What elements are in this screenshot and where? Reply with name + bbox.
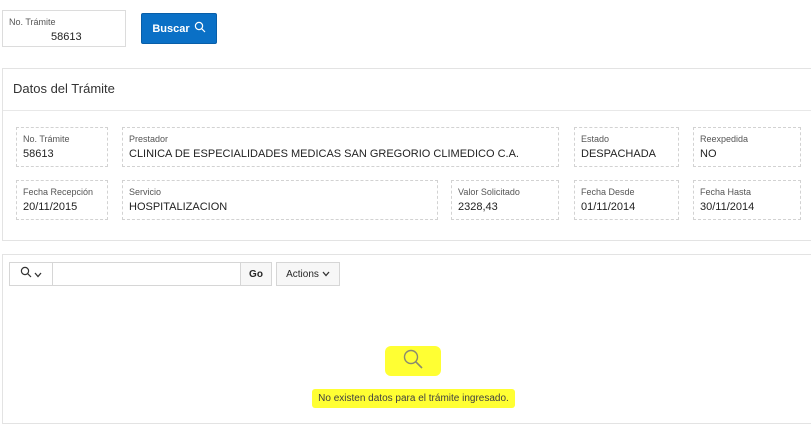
buscar-button-label: Buscar bbox=[152, 22, 190, 35]
field-prestador: Prestador CLINICA DE ESPECIALIDADES MEDI… bbox=[122, 127, 559, 167]
no-tramite-search-value[interactable]: 58613 bbox=[51, 31, 82, 43]
field-value: 01/11/2014 bbox=[581, 201, 636, 213]
field-value: 2328,43 bbox=[458, 201, 498, 213]
field-reexpedida: Reexpedida NO bbox=[693, 127, 801, 167]
field-fecha-recepcion: Fecha Recepción 20/11/2015 bbox=[16, 180, 108, 220]
field-label: Estado bbox=[581, 134, 610, 144]
go-button[interactable]: Go bbox=[241, 262, 272, 286]
field-value: DESPACHADA bbox=[581, 148, 656, 160]
chevron-down-icon bbox=[322, 269, 330, 280]
field-value: 20/11/2015 bbox=[23, 201, 78, 213]
field-estado: Estado DESPACHADA bbox=[574, 127, 679, 167]
field-fecha-desde: Fecha Desde 01/11/2014 bbox=[574, 180, 679, 220]
field-label: Fecha Hasta bbox=[700, 187, 752, 197]
report-search-bar: Go bbox=[9, 262, 272, 286]
actions-menu-button[interactable]: Actions bbox=[276, 262, 340, 286]
field-label: Valor Solicitado bbox=[458, 187, 520, 197]
chevron-down-icon bbox=[34, 265, 42, 283]
region-title: Datos del Trámite bbox=[13, 81, 115, 96]
search-icon bbox=[20, 265, 32, 283]
field-label: Reexpedida bbox=[700, 134, 749, 144]
field-value: NO bbox=[700, 148, 717, 160]
field-label: Prestador bbox=[129, 134, 169, 144]
no-tramite-search-field[interactable]: No. Trámite 58613 bbox=[2, 10, 126, 47]
field-label: No. Trámite bbox=[23, 134, 70, 144]
field-fecha-hasta: Fecha Hasta 30/11/2014 bbox=[693, 180, 801, 220]
field-value: CLINICA DE ESPECIALIDADES MEDICAS SAN GR… bbox=[129, 148, 519, 160]
field-label: Servicio bbox=[129, 187, 162, 197]
empty-state-message: No existen datos para el trámite ingresa… bbox=[312, 389, 515, 408]
field-value: 58613 bbox=[23, 148, 54, 160]
search-icon bbox=[400, 348, 426, 375]
field-no-tramite: No. Trámite 58613 bbox=[16, 127, 108, 167]
actions-label: Actions bbox=[286, 268, 319, 280]
region-divider bbox=[3, 110, 811, 111]
no-tramite-search-label: No. Trámite bbox=[9, 17, 56, 27]
empty-state-icon-highlight bbox=[385, 346, 441, 376]
buscar-button[interactable]: Buscar bbox=[141, 13, 217, 44]
field-valor-solicitado: Valor Solicitado 2328,43 bbox=[451, 180, 559, 220]
field-value: 30/11/2014 bbox=[700, 201, 755, 213]
search-icon bbox=[194, 21, 206, 36]
report-search-input[interactable] bbox=[53, 262, 241, 286]
field-label: Fecha Recepción bbox=[23, 187, 94, 197]
column-search-button[interactable] bbox=[9, 262, 53, 286]
field-label: Fecha Desde bbox=[581, 187, 635, 197]
field-servicio: Servicio HOSPITALIZACION bbox=[122, 180, 438, 220]
field-value: HOSPITALIZACION bbox=[129, 201, 228, 213]
